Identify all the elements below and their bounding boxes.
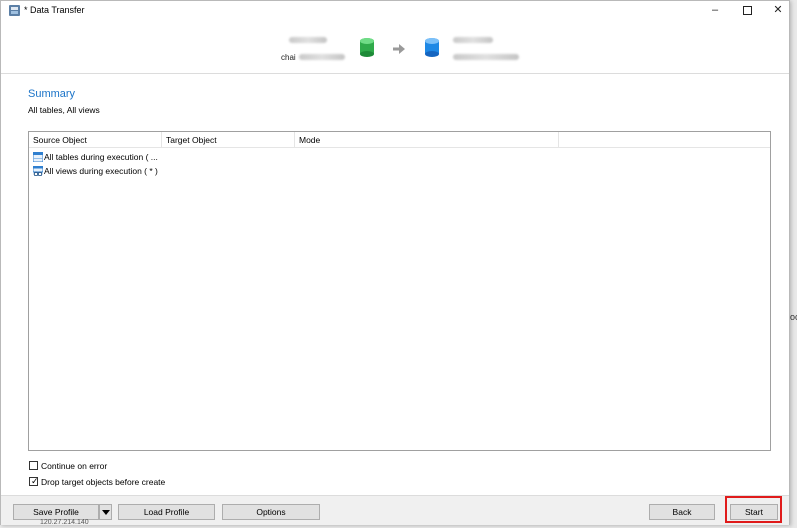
source-name-blurred <box>299 54 345 60</box>
source-host-blurred <box>289 37 327 43</box>
source-object-cell: All tables during execution ( ... <box>44 152 158 162</box>
source-connection: chai <box>271 35 351 63</box>
target-database-icon <box>425 38 439 57</box>
background-text-fragment: oc <box>790 312 797 322</box>
transfer-objects-table[interactable]: Source Object Target Object Mode All tab… <box>28 131 771 451</box>
save-profile-dropdown-button[interactable] <box>99 504 112 520</box>
background-connection-fragment: 120.27.214.140 <box>40 519 89 526</box>
column-header-source-object[interactable]: Source Object <box>29 132 162 148</box>
continue-on-error-label: Continue on error <box>41 461 108 471</box>
target-host-blurred <box>453 37 493 43</box>
data-transfer-window: * Data Transfer – ✕ chai Summary All tab… <box>0 0 790 525</box>
data-transfer-app-icon <box>9 5 20 16</box>
load-profile-button[interactable]: Load Profile <box>118 504 215 520</box>
background-app-edge: oc <box>790 0 797 528</box>
close-button[interactable]: ✕ <box>763 1 793 21</box>
summary-title: Summary <box>28 88 76 100</box>
save-profile-button[interactable]: Save Profile <box>13 504 99 520</box>
transfer-arrow-icon <box>393 44 405 54</box>
table-header: Source Object Target Object Mode <box>29 132 770 148</box>
checkmark-icon: ✓ <box>31 476 39 486</box>
table-icon <box>33 152 43 162</box>
options-button[interactable]: Options <box>222 504 320 520</box>
target-name-blurred <box>453 54 519 60</box>
drop-target-objects-label: Drop target objects before create <box>41 477 166 487</box>
source-object-cell: All views during execution ( * ) <box>44 166 158 176</box>
continue-on-error-checkbox[interactable] <box>29 461 38 470</box>
summary-subtitle: All tables, All views <box>28 105 100 115</box>
target-connection <box>447 35 547 63</box>
connection-header: chai <box>1 22 789 74</box>
minimize-button[interactable]: – <box>700 1 730 21</box>
title-bar: * Data Transfer – ✕ <box>1 1 789 21</box>
caret-down-icon <box>101 510 110 516</box>
column-header-mode[interactable]: Mode <box>295 132 559 148</box>
back-button[interactable]: Back <box>649 504 715 520</box>
maximize-button[interactable] <box>732 1 762 21</box>
window-title: * Data Transfer <box>24 5 85 15</box>
wizard-footer: Save Profile Load Profile Options Back S… <box>1 495 789 525</box>
column-header-target-object[interactable]: Target Object <box>162 132 295 148</box>
source-connection-name: chai <box>281 53 296 62</box>
maximize-icon <box>742 5 752 15</box>
start-button-highlight <box>725 496 782 523</box>
view-icon <box>33 166 43 176</box>
source-database-icon <box>360 38 374 57</box>
summary-page: Summary All tables, All views Source Obj… <box>1 75 789 493</box>
drop-target-objects-checkbox[interactable]: ✓ <box>29 476 39 486</box>
